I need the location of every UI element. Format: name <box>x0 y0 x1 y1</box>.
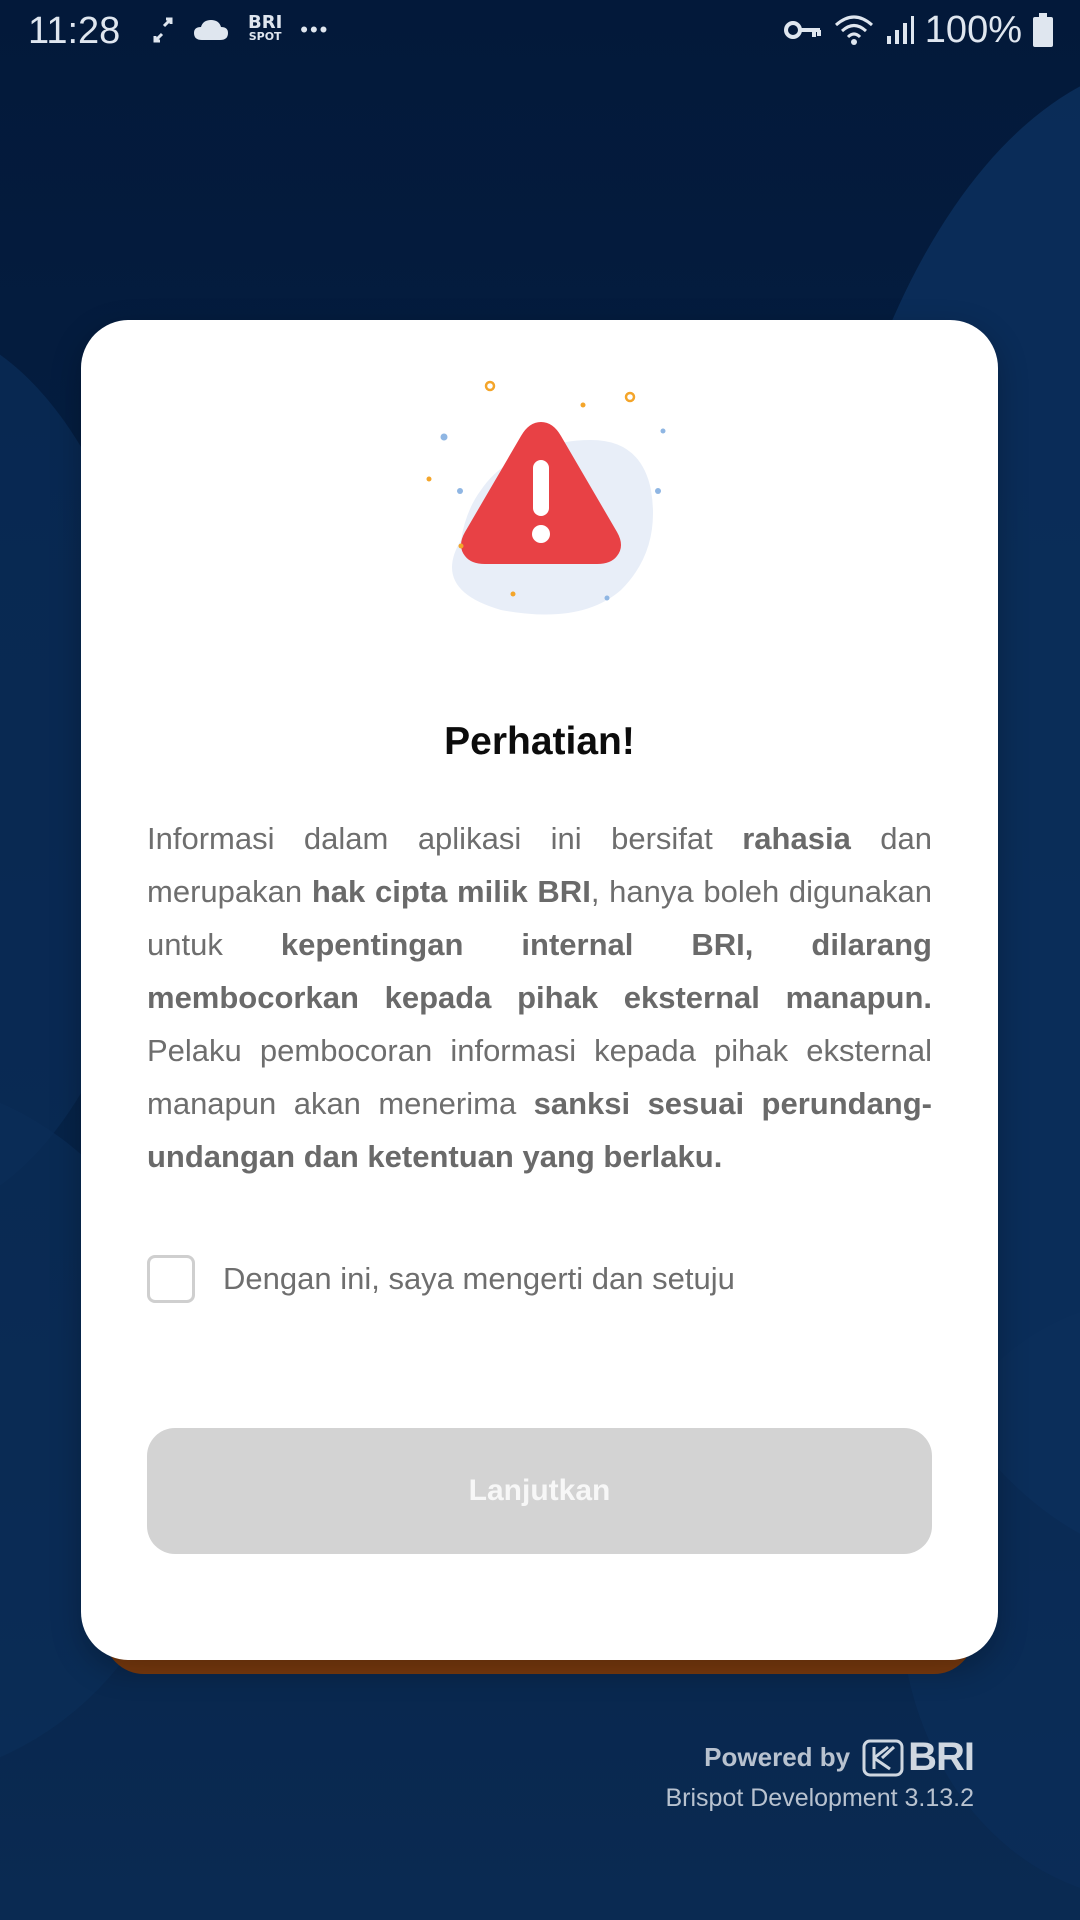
agreement-row[interactable]: Dengan ini, saya mengerti dan setuju <box>147 1255 735 1303</box>
message-text: Informasi dalam aplikasi ini bersifat <box>147 821 743 856</box>
signal-icon <box>886 16 914 44</box>
message-emphasis: hak cipta milik BRI <box>311 874 591 909</box>
status-system-icons: 100% <box>783 8 1054 51</box>
bri-logo: BRI <box>862 1735 975 1780</box>
continue-button[interactable]: Lanjutkan <box>147 1428 932 1554</box>
agreement-label[interactable]: Dengan ini, saya mengerti dan setuju <box>223 1261 735 1297</box>
warning-dialog: Perhatian! Informasi dalam aplikasi ini … <box>81 320 998 1660</box>
brispot-app-icon: BRI SPOT <box>248 14 282 44</box>
powered-by-label: Powered by <box>704 1742 851 1772</box>
brispot-badge-bottom: SPOT <box>248 30 282 43</box>
dialog-title: Perhatian! <box>444 720 635 763</box>
cloud-icon <box>194 20 228 40</box>
wifi-icon <box>834 15 873 45</box>
vpn-key-icon <box>783 21 821 39</box>
app-version: Brispot Development 3.13.2 <box>665 1784 974 1812</box>
bri-logo-text: BRI <box>908 1735 975 1779</box>
more-notifications-icon: ••• <box>300 17 330 42</box>
sync-arrows-icon <box>153 17 173 43</box>
status-notification-icons: BRI SPOT ••• <box>152 10 329 50</box>
status-time: 11:28 <box>28 10 121 52</box>
message-emphasis: rahasia <box>742 821 851 856</box>
status-bar: 11:28 BRI SPOT ••• 100% <box>0 0 1080 62</box>
powered-by: Powered by BRI <box>665 1735 975 1780</box>
warning-triangle-icon <box>426 380 666 615</box>
battery-icon <box>1033 13 1053 47</box>
bri-logo-icon <box>862 1739 904 1776</box>
dialog-message: Informasi dalam aplikasi ini bersifat ra… <box>147 812 932 1183</box>
agreement-checkbox[interactable] <box>147 1255 195 1303</box>
battery-percentage: 100% <box>924 8 1022 51</box>
footer: Powered by BRI Brispot Development 3.13.… <box>665 1735 975 1813</box>
